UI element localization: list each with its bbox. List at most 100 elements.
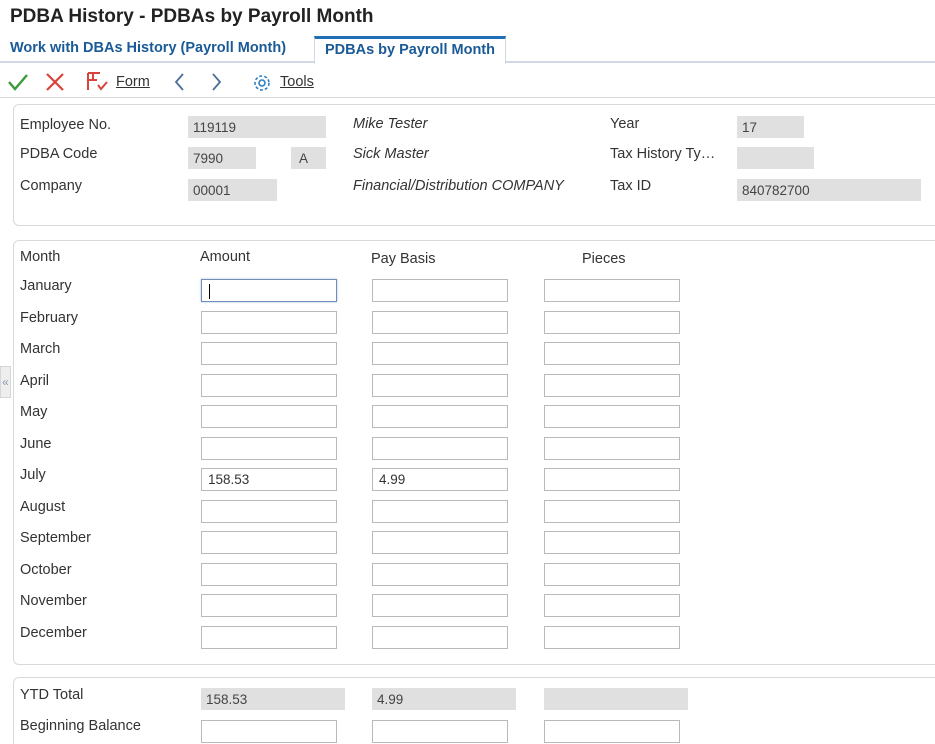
october-pay-basis-input[interactable]: [372, 563, 508, 586]
november-pay-basis-input[interactable]: [372, 594, 508, 617]
february-amount-input[interactable]: [201, 311, 337, 334]
april-amount-input[interactable]: [201, 374, 337, 397]
july-pieces-input[interactable]: [544, 468, 680, 491]
cell-value: 158.53: [208, 472, 250, 487]
pdba-type-field: A: [291, 147, 326, 169]
july-pay-basis-input[interactable]: 4.99: [372, 468, 508, 491]
month-label-may: May: [20, 404, 48, 420]
tools-label: Tools: [280, 74, 314, 90]
may-pieces-input[interactable]: [544, 405, 680, 428]
january-pay-basis-input[interactable]: [372, 279, 508, 302]
checkmark-icon: [8, 74, 28, 91]
september-pieces-input[interactable]: [544, 531, 680, 554]
tools-menu-button[interactable]: Tools: [250, 69, 314, 95]
tax-id-field: 840782700: [737, 179, 921, 201]
february-pieces-input[interactable]: [544, 311, 680, 334]
tax-history-type-field: [737, 147, 814, 169]
ok-button[interactable]: [6, 69, 30, 95]
year-field: 17: [737, 116, 804, 138]
text-cursor: [209, 283, 210, 299]
march-pieces-input[interactable]: [544, 342, 680, 365]
column-header-amount: Amount: [200, 249, 250, 265]
november-amount-input[interactable]: [201, 594, 337, 617]
cell-value: 4.99: [379, 472, 406, 487]
january-amount-input[interactable]: [201, 279, 337, 302]
july-amount-input[interactable]: 158.53: [201, 468, 337, 491]
company-label: Company: [20, 178, 83, 194]
ytd-pay-basis-field: 4.99: [372, 688, 516, 710]
form-icon: [87, 72, 108, 91]
october-pieces-input[interactable]: [544, 563, 680, 586]
ytd-amount-field: 158.53: [201, 688, 345, 710]
month-label-january: January: [20, 278, 72, 294]
pdba-code-field: 7990: [188, 147, 256, 169]
form-label: Form: [116, 74, 150, 90]
september-pay-basis-input[interactable]: [372, 531, 508, 554]
october-amount-input[interactable]: [201, 563, 337, 586]
tab-bar: Work with DBAs History (Payroll Month) P…: [0, 36, 935, 65]
may-amount-input[interactable]: [201, 405, 337, 428]
column-header-pieces: Pieces: [582, 251, 626, 267]
company-field: 00001: [188, 179, 277, 201]
month-label-november: November: [20, 593, 87, 609]
month-label-march: March: [20, 341, 61, 357]
may-pay-basis-input[interactable]: [372, 405, 508, 428]
toolbar: Form Tools: [0, 66, 935, 98]
june-pay-basis-input[interactable]: [372, 437, 508, 460]
page-title: PDBA History - PDBAs by Payroll Month: [10, 6, 374, 27]
december-pieces-input[interactable]: [544, 626, 680, 649]
beginning-balance-pieces-input[interactable]: [544, 720, 680, 743]
june-amount-input[interactable]: [201, 437, 337, 460]
next-button[interactable]: [206, 69, 226, 95]
beginning-balance-label: Beginning Balance: [20, 718, 141, 734]
april-pay-basis-input[interactable]: [372, 374, 508, 397]
march-amount-input[interactable]: [201, 342, 337, 365]
month-label-july: July: [20, 467, 46, 483]
month-label-april: April: [20, 373, 50, 389]
previous-button[interactable]: [170, 69, 190, 95]
tab-pdbas-by-payroll-month[interactable]: PDBAs by Payroll Month: [314, 36, 506, 65]
august-amount-input[interactable]: [201, 500, 337, 523]
pdba-description: Sick Master: [353, 146, 429, 162]
beginning-balance-amount-input[interactable]: [201, 720, 337, 743]
tab-work-with-dbas-history[interactable]: Work with DBAs History (Payroll Month): [0, 36, 296, 63]
month-label-february: February: [20, 310, 79, 326]
employee-name: Mike Tester: [353, 116, 428, 132]
month-label-june: June: [20, 436, 52, 452]
ytd-total-label: YTD Total: [20, 687, 84, 703]
double-chevron-left-icon: «: [2, 375, 9, 389]
november-pieces-input[interactable]: [544, 594, 680, 617]
month-label-october: October: [20, 562, 72, 578]
january-pieces-input[interactable]: [544, 279, 680, 302]
tax-id-label: Tax ID: [610, 178, 652, 194]
year-label: Year: [610, 116, 640, 132]
company-name: Financial/Distribution COMPANY: [353, 178, 564, 194]
employee-no-label: Employee No.: [20, 117, 112, 133]
chevron-right-icon: [212, 73, 222, 91]
september-amount-input[interactable]: [201, 531, 337, 554]
april-pieces-input[interactable]: [544, 374, 680, 397]
month-label-august: August: [20, 499, 66, 515]
august-pieces-input[interactable]: [544, 500, 680, 523]
close-icon: [46, 73, 64, 91]
beginning-balance-pay-basis-input[interactable]: [372, 720, 508, 743]
collapse-panel-handle[interactable]: «: [0, 366, 11, 398]
february-pay-basis-input[interactable]: [372, 311, 508, 334]
cancel-button[interactable]: [44, 69, 66, 95]
gear-icon: [254, 75, 270, 91]
august-pay-basis-input[interactable]: [372, 500, 508, 523]
month-label-september: September: [20, 530, 91, 546]
december-pay-basis-input[interactable]: [372, 626, 508, 649]
march-pay-basis-input[interactable]: [372, 342, 508, 365]
chevron-left-icon: [174, 73, 184, 91]
december-amount-input[interactable]: [201, 626, 337, 649]
tax-history-type-label: Tax History Ty…: [610, 146, 716, 162]
column-header-pay-basis: Pay Basis: [371, 251, 436, 267]
june-pieces-input[interactable]: [544, 437, 680, 460]
pdba-code-label: PDBA Code: [20, 146, 98, 162]
ytd-pieces-field: [544, 688, 688, 710]
employee-no-field[interactable]: 119119: [188, 116, 326, 138]
form-menu-button[interactable]: Form: [84, 69, 150, 95]
month-label-december: December: [20, 625, 87, 641]
column-header-month: Month: [20, 249, 61, 265]
